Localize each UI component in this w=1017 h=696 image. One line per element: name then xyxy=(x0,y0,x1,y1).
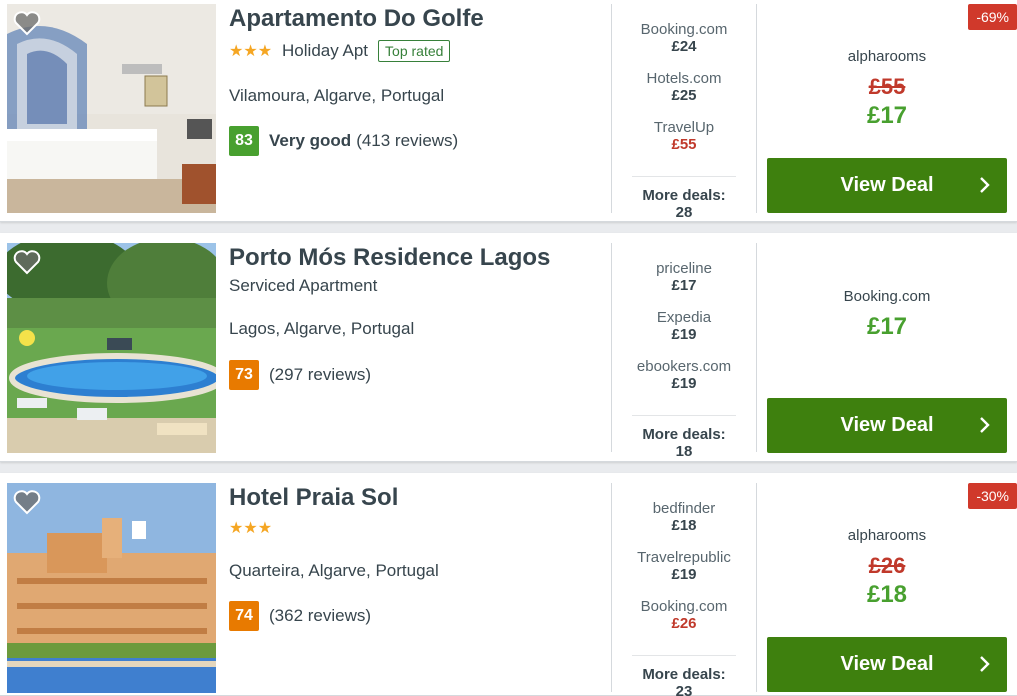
deal-site: bedfinder xyxy=(652,500,716,517)
property-type: Holiday Apt xyxy=(282,41,369,60)
chevron-right-icon xyxy=(980,417,990,433)
view-deal-label: View Deal xyxy=(840,653,934,675)
hotel-subtitle: ★★★ Holiday Apt Top rated xyxy=(229,38,599,64)
other-deals: Booking.com £24 Hotels.com £25 TravelUp … xyxy=(612,4,756,221)
old-price: £26 xyxy=(868,553,906,578)
deal-item[interactable]: TravelUp £55 xyxy=(612,102,756,153)
deal-site: Booking.com xyxy=(640,21,728,38)
deal-site: Booking.com xyxy=(640,598,728,615)
hotel-info: Porto Mós Residence Lagos Serviced Apart… xyxy=(229,243,599,390)
best-deal: Booking.com £17 View Deal xyxy=(757,243,1017,453)
review-count[interactable]: (362 reviews) xyxy=(269,606,371,626)
discount-badge: -30% xyxy=(968,483,1017,509)
deal-item[interactable]: Booking.com £24 xyxy=(612,4,756,55)
top-rated-badge: Top rated xyxy=(378,40,451,62)
hotel-card: Apartamento Do Golfe ★★★ Holiday Apt Top… xyxy=(0,0,1017,222)
hotel-subtitle: ★★★ xyxy=(229,515,599,541)
heart-icon[interactable] xyxy=(13,489,41,515)
other-deals: bedfinder £18 Travelrepublic £19 Booking… xyxy=(612,483,756,696)
hotel-info: Hotel Praia Sol ★★★ Quarteira, Algarve, … xyxy=(229,483,599,631)
star-rating: ★★★ xyxy=(229,520,273,537)
hotel-name[interactable]: Hotel Praia Sol xyxy=(229,483,599,513)
hotel-name[interactable]: Porto Mós Residence Lagos xyxy=(229,243,599,273)
hotel-results-list: Apartamento Do Golfe ★★★ Holiday Apt Top… xyxy=(0,0,1017,696)
best-deal-provider[interactable]: Booking.com xyxy=(757,288,1017,305)
other-deals: priceline £17 Expedia £19 ebookers.com £… xyxy=(612,243,756,460)
score-badge[interactable]: 74 xyxy=(229,601,259,631)
best-deal: -69% alpharooms £55 £17 View Deal xyxy=(757,4,1017,213)
hotel-photo[interactable] xyxy=(7,4,216,213)
view-deal-button[interactable]: View Deal xyxy=(767,637,1007,692)
deal-item[interactable]: ebookers.com £19 xyxy=(612,341,756,392)
review-count[interactable]: (413 reviews) xyxy=(356,131,458,151)
best-price[interactable]: £17 xyxy=(757,102,1017,130)
deal-price: £19 xyxy=(671,375,697,392)
hotel-location: Vilamoura, Algarve, Portugal xyxy=(229,86,445,105)
hotel-photo[interactable] xyxy=(7,243,216,453)
deal-site: Expedia xyxy=(656,309,712,326)
review-rating: 74 (362 reviews) xyxy=(229,601,599,631)
deal-item[interactable]: Expedia £19 xyxy=(612,292,756,343)
more-deals-link[interactable]: More deals: 23 xyxy=(632,655,736,696)
view-deal-label: View Deal xyxy=(840,414,934,436)
best-price[interactable]: £18 xyxy=(757,581,1017,609)
view-deal-button[interactable]: View Deal xyxy=(767,158,1007,213)
deal-price: £55 xyxy=(671,136,697,153)
view-deal-button[interactable]: View Deal xyxy=(767,398,1007,453)
score-badge[interactable]: 73 xyxy=(229,360,259,390)
best-deal-provider[interactable]: alpharooms xyxy=(757,48,1017,65)
deal-item[interactable]: Travelrepublic £19 xyxy=(612,532,756,583)
hotel-location: Lagos, Algarve, Portugal xyxy=(229,319,415,338)
hotel-subtitle: Serviced Apartment xyxy=(229,273,599,299)
deal-site: Hotels.com xyxy=(646,70,722,87)
best-deal: -30% alpharooms £26 £18 View Deal xyxy=(757,483,1017,692)
best-deal-provider[interactable]: alpharooms xyxy=(757,527,1017,544)
deal-item[interactable]: priceline £17 xyxy=(612,243,756,294)
hotel-card: Porto Mós Residence Lagos Serviced Apart… xyxy=(0,233,1017,462)
deal-site: TravelUp xyxy=(653,119,715,136)
deal-item[interactable]: bedfinder £18 xyxy=(612,483,756,534)
heart-icon[interactable] xyxy=(13,249,41,275)
more-deals-link[interactable]: More deals: 18 xyxy=(632,415,736,460)
review-count[interactable]: (297 reviews) xyxy=(269,365,371,385)
deal-item[interactable]: Booking.com £26 xyxy=(612,581,756,632)
hotel-photo[interactable] xyxy=(7,483,216,693)
review-rating: 73 (297 reviews) xyxy=(229,360,599,390)
heart-icon[interactable] xyxy=(13,10,41,36)
property-type: Serviced Apartment xyxy=(229,276,378,295)
star-rating: ★★★ xyxy=(229,43,273,60)
discount-badge: -69% xyxy=(968,4,1017,30)
deal-item[interactable]: Hotels.com £25 xyxy=(612,53,756,104)
best-price[interactable]: £17 xyxy=(757,313,1017,341)
score-badge[interactable]: 83 xyxy=(229,126,259,156)
deal-site: ebookers.com xyxy=(636,358,732,375)
chevron-right-icon xyxy=(980,656,990,672)
deal-price: £26 xyxy=(671,615,697,632)
deal-site: Travelrepublic xyxy=(637,549,731,566)
hotel-location: Quarteira, Algarve, Portugal xyxy=(229,561,439,580)
rating-label: Very good xyxy=(269,131,352,150)
view-deal-label: View Deal xyxy=(840,174,934,196)
review-rating: 83 Very good (413 reviews) xyxy=(229,126,599,156)
chevron-right-icon xyxy=(980,177,990,193)
hotel-info: Apartamento Do Golfe ★★★ Holiday Apt Top… xyxy=(229,4,599,156)
deal-site: priceline xyxy=(656,260,712,277)
hotel-name[interactable]: Apartamento Do Golfe xyxy=(229,4,599,34)
more-deals-link[interactable]: More deals: 28 xyxy=(632,176,736,221)
hotel-card: Hotel Praia Sol ★★★ Quarteira, Algarve, … xyxy=(0,473,1017,696)
old-price: £55 xyxy=(868,74,906,99)
